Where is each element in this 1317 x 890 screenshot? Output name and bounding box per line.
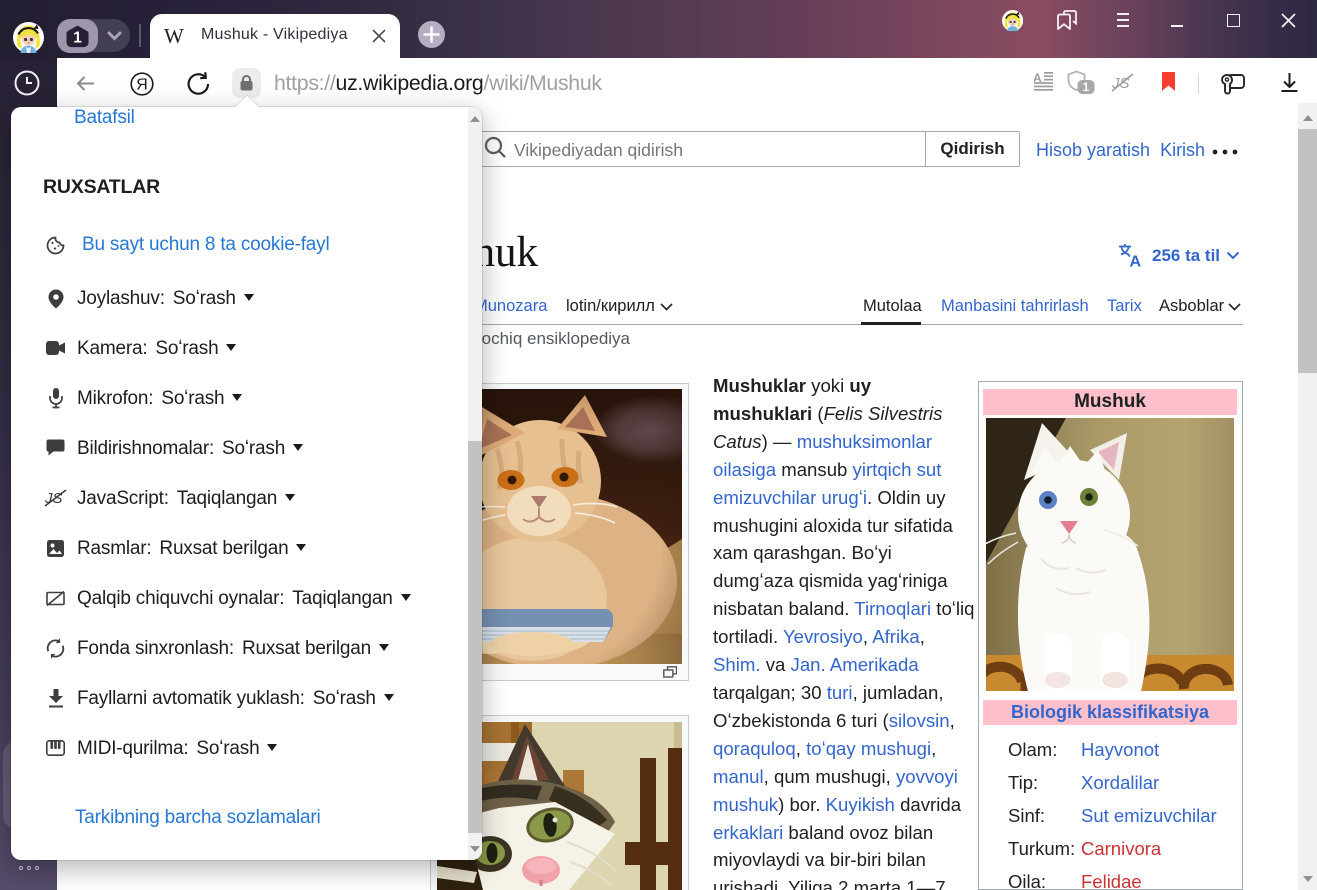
svg-text:1: 1 — [73, 29, 82, 46]
svg-text:R: R — [136, 77, 148, 94]
svg-text:1: 1 — [1083, 82, 1090, 94]
